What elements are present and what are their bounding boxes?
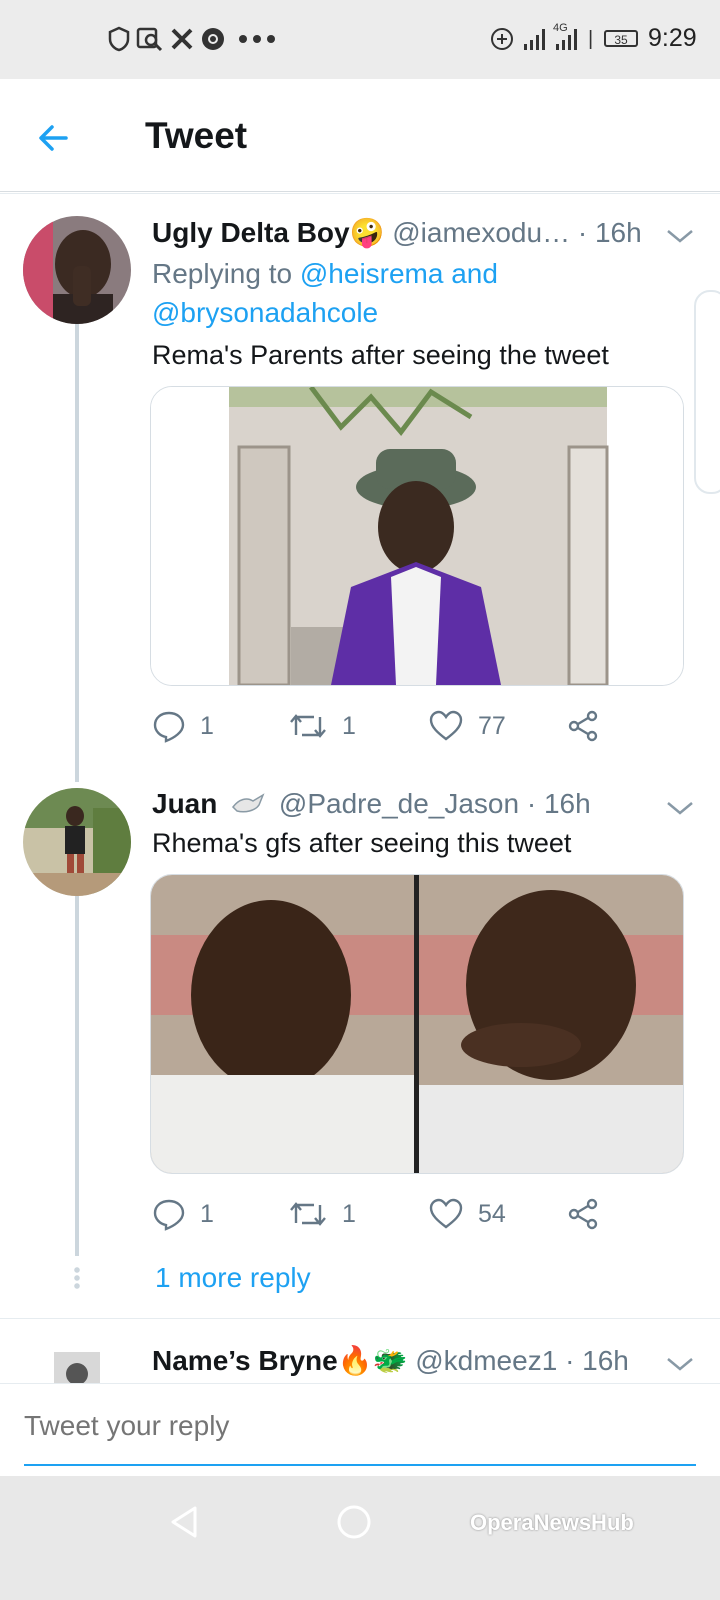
header-divider — [0, 193, 720, 194]
thread-line — [75, 324, 79, 782]
retweet-icon — [290, 1202, 326, 1226]
like-count: 77 — [478, 711, 506, 740]
heart-icon — [429, 1198, 463, 1229]
reply-input[interactable] — [24, 1404, 696, 1448]
tweet-header: Name’s Bryne🔥🐲 @kdmeez1 · 16h — [152, 1344, 629, 1377]
back-arrow-icon[interactable] — [30, 113, 80, 163]
share-icon — [568, 710, 598, 742]
clock: 9:29 — [648, 24, 697, 52]
battery-icon: 35 — [604, 30, 638, 47]
nav-back-icon[interactable] — [165, 1502, 205, 1542]
status-bar: 4G | 35 9:29 — [0, 0, 720, 79]
retweet-icon — [290, 714, 326, 738]
heart-icon — [429, 710, 463, 741]
share-icon — [568, 1198, 598, 1230]
tweet-text: Rema's Parents after seeing the tweet — [152, 340, 609, 370]
thread-line — [75, 896, 79, 1256]
retweet-action[interactable]: 1 — [288, 1194, 356, 1234]
nav-home-icon[interactable] — [334, 1502, 374, 1542]
reply-action[interactable]: 1 — [152, 1194, 214, 1234]
handle[interactable]: @kdmeez1 — [415, 1345, 557, 1376]
retweet-action[interactable]: 1 — [288, 706, 356, 746]
share-action[interactable] — [566, 706, 614, 746]
signal-icon — [524, 29, 545, 50]
avatar[interactable] — [54, 1352, 100, 1383]
replying-to: Replying to @heisrema and @brysonadahcol… — [152, 254, 672, 332]
chrome-icon — [202, 28, 224, 50]
data-saver-icon — [491, 28, 513, 50]
reply-icon — [153, 1199, 185, 1231]
tweet-image[interactable] — [150, 386, 684, 686]
tweet-separator — [0, 1318, 720, 1319]
tweet-header: Juan @Padre_de_Jason · 16h — [152, 788, 591, 820]
timestamp: · 16h — [565, 1345, 629, 1376]
battery-separator: | — [588, 28, 594, 50]
chevron-down-icon[interactable] — [665, 798, 695, 818]
signal-4g-icon — [556, 29, 577, 50]
share-action[interactable] — [566, 1194, 614, 1234]
shield-icon — [108, 26, 130, 52]
scroll-indicator[interactable] — [694, 290, 720, 494]
man-in-purple-suit-image — [151, 387, 683, 685]
more-replies-link[interactable]: 1 more reply — [155, 1262, 311, 1294]
avatar[interactable] — [23, 216, 131, 324]
tweet-2[interactable]: Juan @Padre_de_Jason · 16h Rhema's gfs a… — [0, 780, 720, 1310]
search-image-icon — [136, 27, 163, 52]
chevron-down-icon[interactable] — [665, 226, 695, 246]
reply-composer — [0, 1383, 720, 1477]
tweet-3[interactable]: Name’s Bryne🔥🐲 @kdmeez1 · 16h — [0, 1330, 720, 1383]
page-title: Tweet — [145, 115, 248, 156]
handle[interactable]: @iamexodu… — [392, 217, 570, 248]
dove-icon — [232, 793, 265, 813]
like-count: 54 — [478, 1199, 506, 1228]
tweet-image[interactable] — [150, 874, 684, 1174]
like-action[interactable]: 77 — [428, 706, 506, 746]
tweet-1[interactable]: Ugly Delta Boy🤪 @iamexodu… · 16h Replyin… — [0, 200, 720, 782]
reply-count: 1 — [200, 711, 214, 740]
more-dots-icon — [239, 35, 275, 43]
handle[interactable]: @Padre_de_Jason — [279, 788, 519, 819]
x-icon — [171, 28, 193, 50]
timestamp: · 16h — [526, 788, 591, 819]
tweet-text: Rhema's gfs after seeing this tweet — [152, 828, 572, 858]
thread-dots — [74, 1266, 80, 1290]
reply-action[interactable]: 1 — [152, 706, 214, 746]
timestamp: · 16h — [577, 217, 642, 248]
tweet-actions: 1 1 54 — [152, 1194, 622, 1234]
tweet-actions: 1 1 77 — [152, 706, 622, 746]
retweet-count: 1 — [342, 1199, 356, 1228]
system-nav-bar: OperaNewsHub — [0, 1476, 720, 1600]
reply-count: 1 — [200, 1199, 214, 1228]
display-name[interactable]: Name’s Bryne🔥🐲 — [152, 1345, 407, 1376]
reply-input-underline — [24, 1464, 696, 1466]
tweet-header: Ugly Delta Boy🤪 @iamexodu… · 16h — [152, 216, 642, 249]
display-name[interactable]: Juan — [152, 788, 217, 819]
display-name[interactable]: Ugly Delta Boy🤪 — [152, 217, 384, 248]
like-action[interactable]: 54 — [428, 1194, 506, 1234]
chevron-down-icon[interactable] — [665, 1354, 695, 1374]
reply-icon — [153, 711, 185, 743]
replying-prefix: Replying to — [152, 258, 293, 289]
crying-baby-image — [151, 875, 683, 1173]
watermark: OperaNewsHub — [470, 1510, 634, 1535]
retweet-count: 1 — [342, 711, 356, 740]
avatar[interactable] — [23, 788, 131, 896]
app-header: Tweet — [0, 79, 720, 192]
